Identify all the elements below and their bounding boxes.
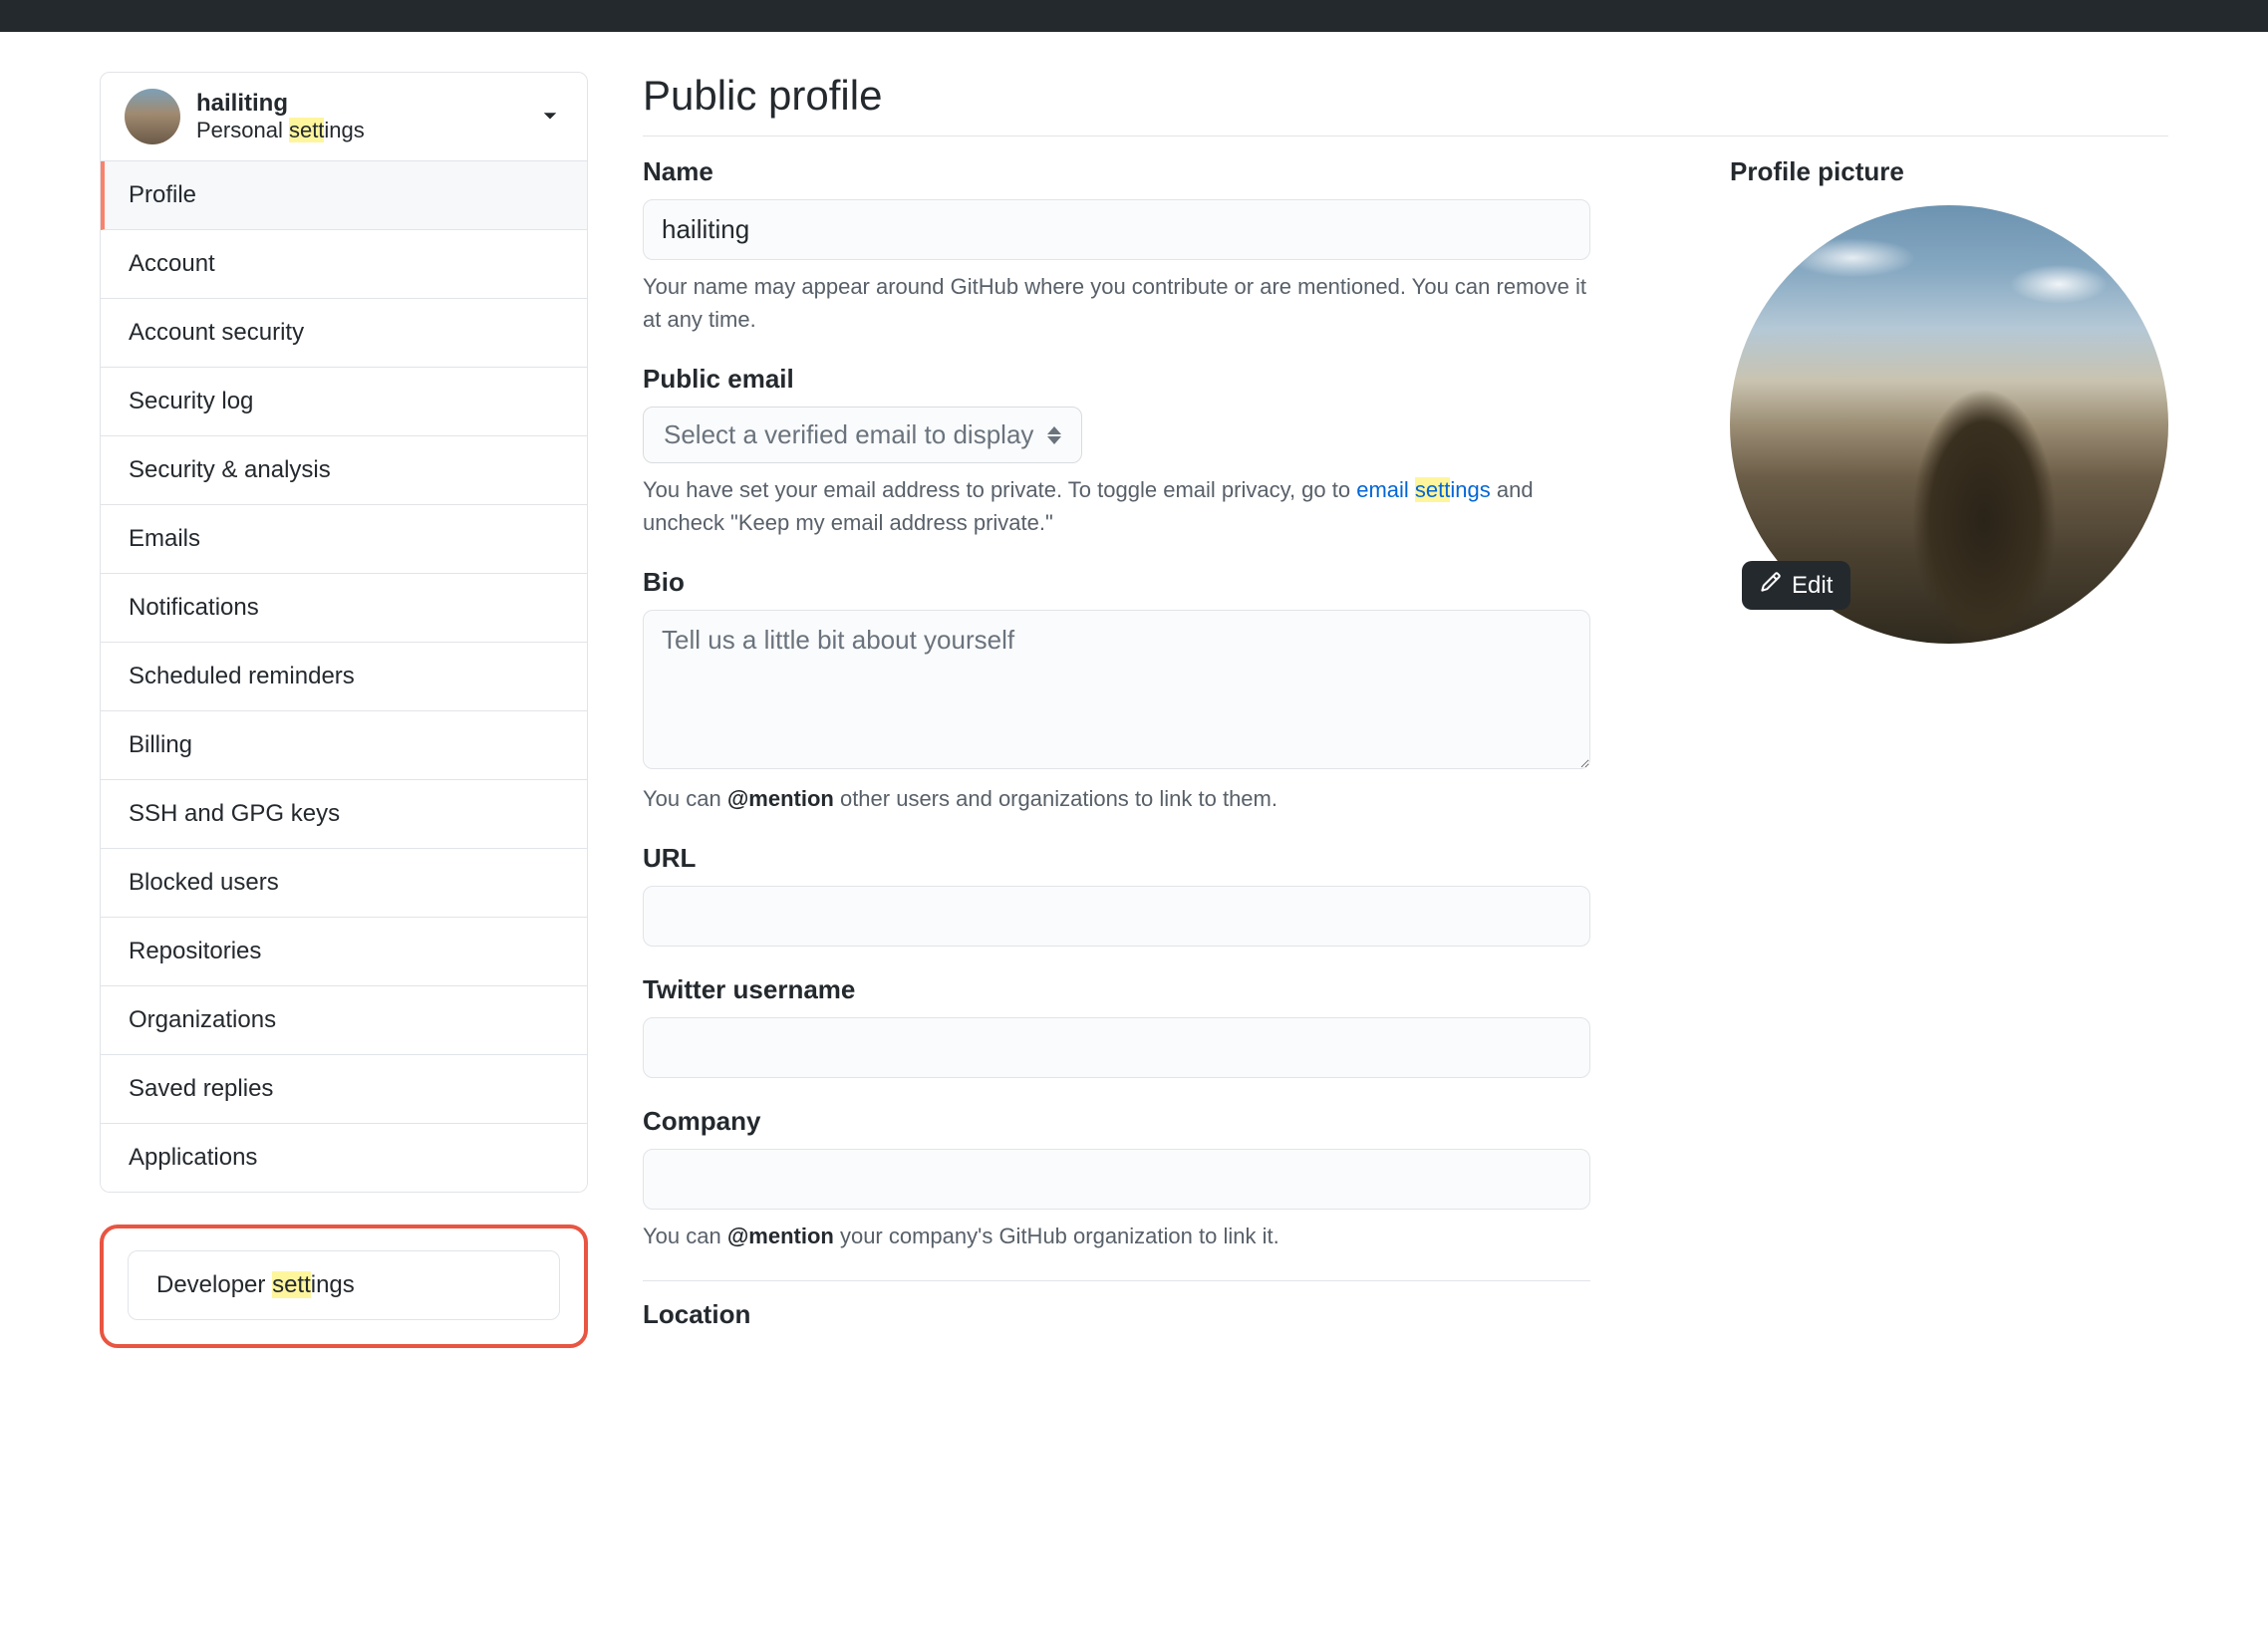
public-email-select[interactable]: Select a verified email to display — [643, 407, 1082, 463]
sidebar-item-repositories[interactable]: Repositories — [101, 918, 587, 986]
sidebar-username: hailiting — [196, 90, 365, 119]
avatar — [125, 89, 180, 144]
bio-textarea[interactable] — [643, 610, 1590, 769]
sidebar-nav: ProfileAccountAccount securitySecurity l… — [100, 161, 588, 1193]
url-input[interactable] — [643, 886, 1590, 947]
name-input[interactable] — [643, 199, 1590, 260]
sidebar-item-saved-replies[interactable]: Saved replies — [101, 1055, 587, 1124]
location-label: Location — [643, 1299, 1590, 1330]
twitter-input[interactable] — [643, 1017, 1590, 1078]
pencil-icon — [1760, 571, 1782, 600]
profile-picture-title: Profile picture — [1730, 156, 2168, 187]
edit-profile-picture-button[interactable]: Edit — [1742, 561, 1850, 610]
sidebar-item-ssh-gpg[interactable]: SSH and GPG keys — [101, 780, 587, 849]
profile-picture-wrap: Edit — [1730, 205, 2168, 644]
sidebar-item-billing[interactable]: Billing — [101, 711, 587, 780]
twitter-label: Twitter username — [643, 974, 1590, 1005]
sidebar-item-security-analysis[interactable]: Security & analysis — [101, 436, 587, 505]
bio-help: You can @mention other users and organiz… — [643, 782, 1590, 815]
sidebar-item-organizations[interactable]: Organizations — [101, 986, 587, 1055]
sidebar-item-applications[interactable]: Applications — [101, 1124, 587, 1192]
main-content: Public profile Name Your name may appear… — [643, 72, 2168, 1348]
email-settings-link[interactable]: email settings — [1356, 477, 1491, 502]
company-input[interactable] — [643, 1149, 1590, 1210]
public-email-help: You have set your email address to priva… — [643, 473, 1590, 539]
top-bar — [0, 0, 2268, 32]
page-title: Public profile — [643, 72, 2168, 136]
sidebar-item-developer-settings[interactable]: Developer settings — [128, 1250, 560, 1320]
sidebar-subtitle: Personal settings — [196, 118, 365, 143]
sidebar-item-profile[interactable]: Profile — [101, 161, 587, 230]
name-help: Your name may appear around GitHub where… — [643, 270, 1590, 336]
public-email-label: Public email — [643, 364, 1590, 395]
developer-settings-callout: Developer settings — [100, 1225, 588, 1348]
separator — [643, 1280, 1590, 1281]
edit-button-label: Edit — [1792, 572, 1833, 600]
select-sort-icon — [1047, 426, 1061, 444]
company-help: You can @mention your company's GitHub o… — [643, 1220, 1590, 1252]
sidebar-item-emails[interactable]: Emails — [101, 505, 587, 574]
sidebar-item-blocked-users[interactable]: Blocked users — [101, 849, 587, 918]
sidebar-item-account[interactable]: Account — [101, 230, 587, 299]
sidebar-item-scheduled-reminders[interactable]: Scheduled reminders — [101, 643, 587, 711]
url-label: URL — [643, 843, 1590, 874]
sidebar-item-notifications[interactable]: Notifications — [101, 574, 587, 643]
bio-label: Bio — [643, 567, 1590, 598]
chevron-down-icon — [541, 109, 559, 125]
user-info: hailiting Personal settings — [196, 90, 365, 144]
name-label: Name — [643, 156, 1590, 187]
sidebar-item-account-security[interactable]: Account security — [101, 299, 587, 368]
public-email-placeholder: Select a verified email to display — [664, 419, 1033, 450]
sidebar: hailiting Personal settings ProfileAccou… — [100, 72, 588, 1348]
company-label: Company — [643, 1106, 1590, 1137]
sidebar-item-security-log[interactable]: Security log — [101, 368, 587, 436]
sidebar-account-switcher[interactable]: hailiting Personal settings — [100, 72, 588, 161]
